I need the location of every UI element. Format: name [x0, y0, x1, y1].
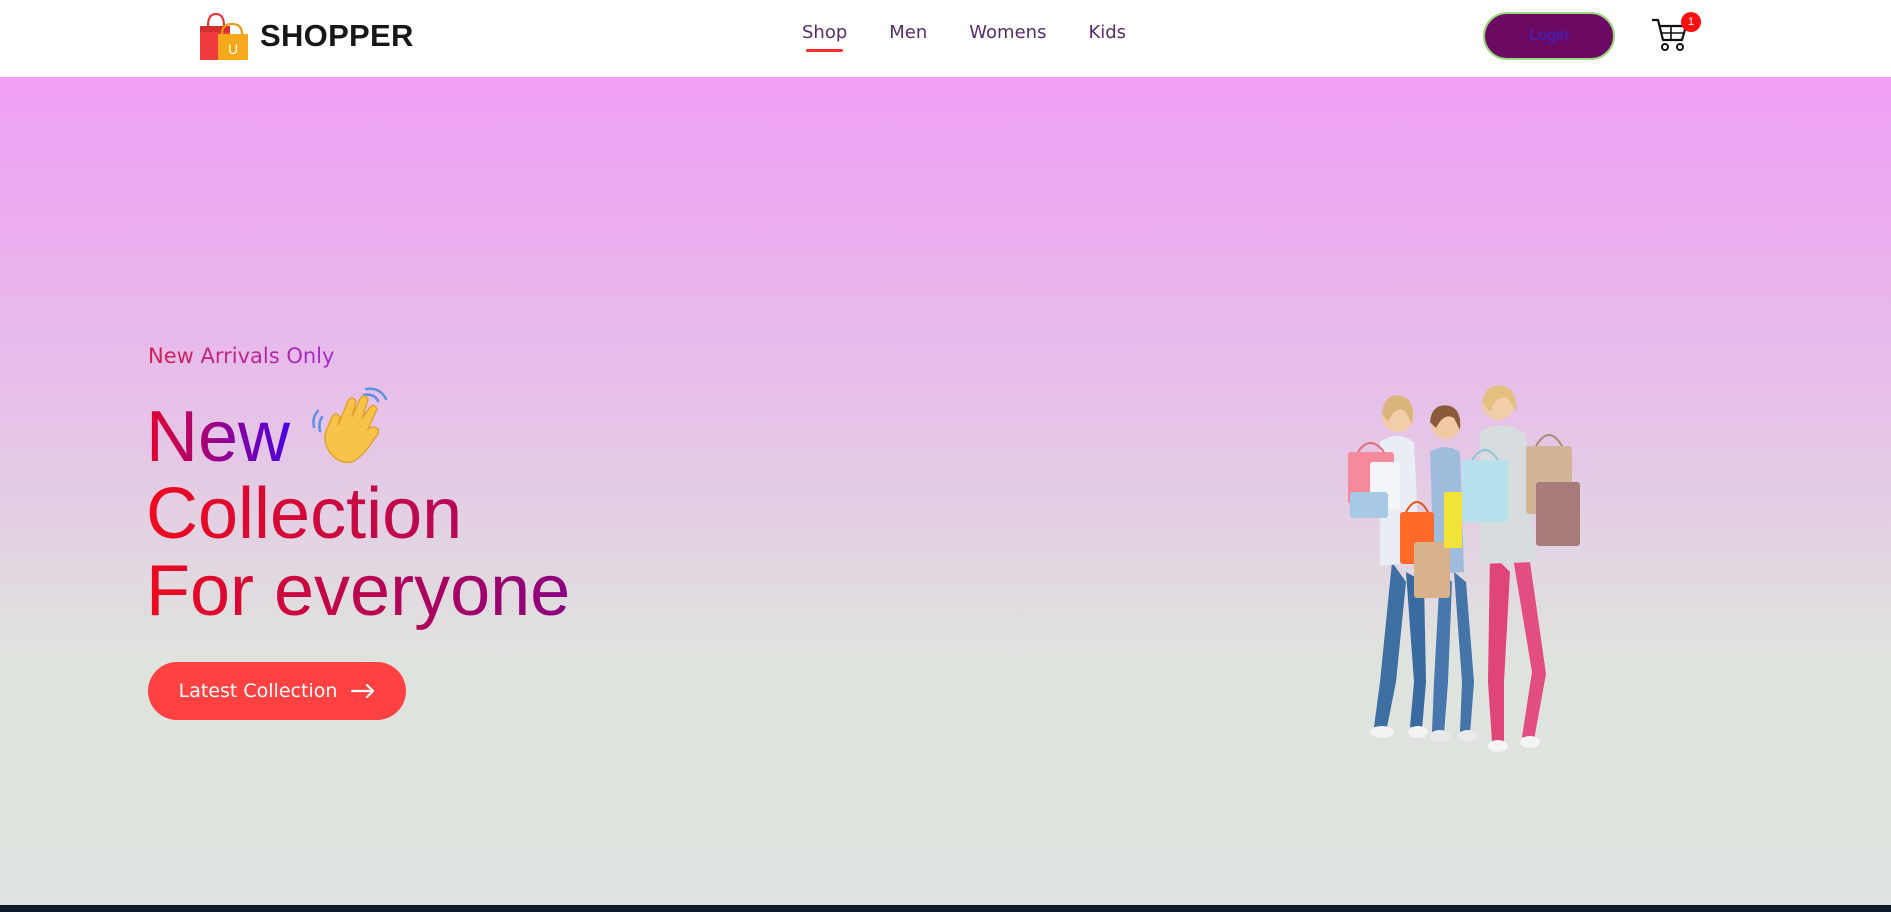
login-button[interactable]: Login	[1483, 12, 1615, 60]
cart-count-badge: 1	[1681, 12, 1701, 32]
hero-section: New Arrivals Only New Collection For eve…	[0, 77, 1891, 905]
headline-line-1: New	[146, 387, 570, 476]
headline-word-new: New	[146, 397, 291, 477]
arrow-right-icon	[351, 684, 375, 698]
shopping-bag-logo-icon: U	[198, 12, 250, 60]
menu-item-label: Shop	[802, 22, 848, 43]
menu-item-label: Kids	[1088, 22, 1127, 43]
menu-item-shop[interactable]: Shop	[802, 22, 848, 52]
latest-collection-button[interactable]: Latest Collection	[148, 662, 406, 720]
waving-hand-icon	[308, 387, 390, 467]
cart-button[interactable]: 1	[1650, 12, 1701, 56]
cta-label: Latest Collection	[178, 680, 338, 702]
brand-logo[interactable]: U SHOPPER	[198, 12, 414, 60]
menu-item-kids[interactable]: Kids	[1088, 22, 1126, 43]
footer-edge	[0, 905, 1891, 912]
menu-item-men[interactable]: Men	[889, 22, 927, 43]
svg-text:U: U	[228, 41, 238, 57]
brand-name: SHOPPER	[260, 18, 414, 53]
headline-line-2: Collection	[146, 476, 570, 553]
hero-shoppers-image	[1348, 385, 1580, 752]
active-underline	[806, 49, 844, 52]
navbar: U SHOPPER Shop Men Womens Kids Login 1	[0, 0, 1891, 77]
menu-item-label: Men	[889, 22, 928, 43]
hero-headline: New Collection For everyone	[146, 387, 570, 630]
main-menu: Shop Men Womens Kids	[802, 22, 1126, 52]
menu-item-label: Womens	[969, 22, 1047, 43]
hero-kicker: New Arrivals Only	[148, 344, 335, 368]
menu-item-womens[interactable]: Womens	[969, 22, 1046, 43]
headline-line-3: For everyone	[146, 551, 571, 631]
